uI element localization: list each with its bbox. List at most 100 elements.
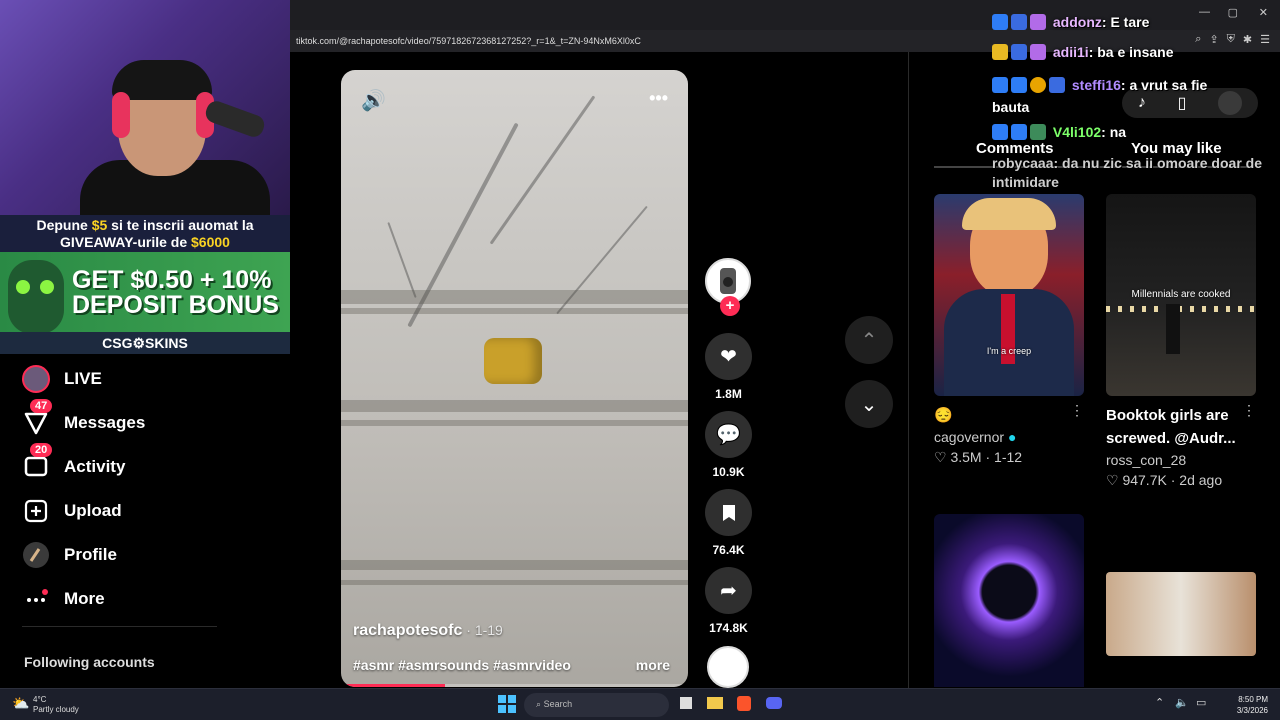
bonus-line2: DEPOSIT BONUS	[72, 291, 279, 319]
more-caption-button[interactable]: more	[636, 657, 670, 673]
card-menu-icon[interactable]: ⋮	[1242, 402, 1256, 419]
brave-browser-icon[interactable]	[737, 696, 751, 711]
sidebar-item-label: LIVE	[64, 369, 102, 388]
video-author[interactable]: rachapotesofc	[353, 622, 462, 639]
save-button[interactable]: 76.4K	[705, 489, 752, 557]
activity-icon: 20	[22, 443, 53, 481]
chat-text: E tare	[1110, 14, 1150, 30]
network-icon[interactable]: ▭	[1196, 696, 1206, 709]
recommended-video-card[interactable]: Millennials are cooked ⋮ Booktok girls a…	[1106, 194, 1256, 494]
card-likes: 3.5M	[950, 449, 982, 465]
clock-time[interactable]: 8:50 PM	[1228, 694, 1268, 705]
video-thumbnail[interactable]: I'm a creep	[934, 194, 1084, 396]
zoom-icon[interactable]: ⌕	[1195, 33, 1201, 46]
card-menu-icon[interactable]: ⋮	[1070, 402, 1084, 419]
card-date: 1-12	[994, 449, 1023, 465]
task-view-icon[interactable]	[680, 697, 692, 709]
card-username[interactable]: cagovernor	[934, 429, 1004, 445]
windows-start-icon[interactable]	[498, 695, 516, 713]
weather-temp[interactable]: 4°C	[33, 695, 79, 705]
comment-button[interactable]: 💬 10.9K	[705, 411, 752, 479]
browser-toolbar-icons: ⌕ ⇪ ⛨ ✱ ☰	[1195, 33, 1270, 46]
share-button[interactable]: ➦ 174.8K	[705, 567, 752, 635]
yellow-can	[484, 338, 542, 384]
taskbar-search[interactable]: ⌕ Search	[524, 693, 669, 717]
chat-message: V4li102: na	[992, 124, 1126, 140]
more-options-icon[interactable]: •••	[649, 88, 668, 109]
speaker-icon[interactable]: 🔈	[1175, 696, 1189, 709]
chevron-up-icon: ⌃	[860, 329, 878, 352]
thumbnail-caption: Millennials are cooked	[1131, 289, 1231, 300]
save-count: 76.4K	[712, 543, 745, 557]
share-icon[interactable]: ⇪	[1209, 33, 1218, 46]
video-thumbnail-galaxy[interactable]	[934, 514, 1084, 687]
heart-icon[interactable]: ❤	[705, 333, 752, 380]
recommended-video-card[interactable]: I'm a creep ⋮ 😔 cagovernor ● ♡ 3.5M · 1-…	[934, 194, 1084, 494]
video-thumbnail[interactable]: Millennials are cooked	[1106, 194, 1256, 396]
previous-video-button[interactable]: ⌃	[845, 316, 893, 364]
comment-count: 10.9K	[712, 465, 745, 479]
chevron-down-icon: ⌄	[860, 393, 878, 416]
sidebar-item-label: Messages	[64, 413, 146, 432]
weather-icon[interactable]: ⛅	[12, 695, 29, 712]
extension-icon[interactable]: ✱	[1243, 33, 1252, 46]
bookmark-icon[interactable]	[705, 489, 752, 536]
like-button[interactable]: ❤ 1.8M	[705, 333, 752, 401]
shield-icon[interactable]: ⛨	[1227, 33, 1235, 46]
sidebar-item-label: Profile	[64, 545, 117, 564]
chat-badge-icon	[992, 44, 1008, 60]
next-video-button[interactable]: ⌄	[845, 380, 893, 428]
sidebar-item-upload[interactable]: Upload	[22, 497, 122, 525]
sidebar-divider	[22, 626, 217, 627]
chat-username: addonz	[1052, 14, 1102, 30]
heart-outline-icon: ♡	[934, 449, 947, 465]
search-icon: ⌕	[536, 699, 542, 709]
upload-icon	[22, 497, 50, 525]
messages-badge: 47	[30, 399, 53, 413]
chat-username: adii1i	[1052, 44, 1089, 60]
maximize-icon[interactable]: ▢	[1228, 6, 1238, 19]
file-explorer-icon[interactable]	[707, 697, 723, 709]
creator-avatar[interactable]: +	[705, 258, 752, 316]
card-date: 2d ago	[1179, 472, 1223, 488]
menu-icon[interactable]: ☰	[1260, 33, 1270, 46]
sidebar-item-more[interactable]: More	[22, 585, 105, 613]
comment-icon[interactable]: 💬	[705, 411, 752, 458]
sidebar-item-profile[interactable]: Profile	[22, 541, 117, 569]
headphone-left	[112, 92, 130, 138]
chat-badge-icon	[992, 77, 1008, 93]
url-text[interactable]: tiktok.com/@rachapotesofc/video/75971826…	[296, 36, 641, 46]
music-disc-icon[interactable]	[707, 646, 749, 688]
video-hashtags[interactable]: #asmr #asmrsounds #asmrvideo	[353, 657, 571, 673]
follow-plus-icon[interactable]: +	[720, 296, 740, 316]
messages-icon: 47	[22, 399, 53, 437]
giveaway-line1: Depune	[36, 217, 92, 233]
sound-disc[interactable]	[705, 646, 752, 688]
activity-badge: 20	[30, 443, 53, 457]
windows-taskbar: ⛅ 4°C Partly cloudy ⌕ Search ⌃ 🔈 ▭ 8:50 …	[0, 688, 1280, 720]
giveaway-amount2: $6000	[191, 234, 230, 250]
chat-badge-icon	[992, 124, 1008, 140]
chat-message: steffi16: a vrut sa fie bauta	[992, 77, 1208, 115]
close-icon[interactable]: ✕	[1259, 6, 1268, 19]
mascot-image	[8, 260, 64, 334]
volume-icon[interactable]: 🔊	[361, 88, 386, 113]
weather-desc[interactable]: Partly cloudy	[33, 705, 79, 715]
sidebar-item-live[interactable]: LIVE	[22, 365, 102, 393]
video-progress-bar[interactable]	[341, 684, 688, 687]
sidebar-item-label: Activity	[64, 457, 126, 476]
share-arrow-icon[interactable]: ➦	[705, 567, 752, 614]
card-username[interactable]: ross_con_28	[1106, 452, 1256, 468]
verified-icon: ●	[1007, 429, 1017, 445]
clock-date[interactable]: 3/3/2026	[1228, 705, 1268, 716]
video-player[interactable]: 🔊 ••• rachapotesofc · 1-19 #asmr #asmrso…	[341, 70, 688, 687]
discord-icon[interactable]	[766, 697, 782, 709]
share-count: 174.8K	[709, 621, 748, 635]
video-thumbnail-highfive[interactable]	[1106, 572, 1256, 656]
sidebar-item-messages[interactable]: 47 Messages	[22, 399, 146, 437]
minimize-icon[interactable]: —	[1199, 6, 1210, 18]
card-likes: 947.7K	[1122, 472, 1167, 488]
card-title: Booktok girls are screwed. @Audr...	[1106, 407, 1236, 447]
tray-chevron-icon[interactable]: ⌃	[1155, 696, 1164, 709]
sidebar-item-activity[interactable]: 20 Activity	[22, 443, 126, 481]
